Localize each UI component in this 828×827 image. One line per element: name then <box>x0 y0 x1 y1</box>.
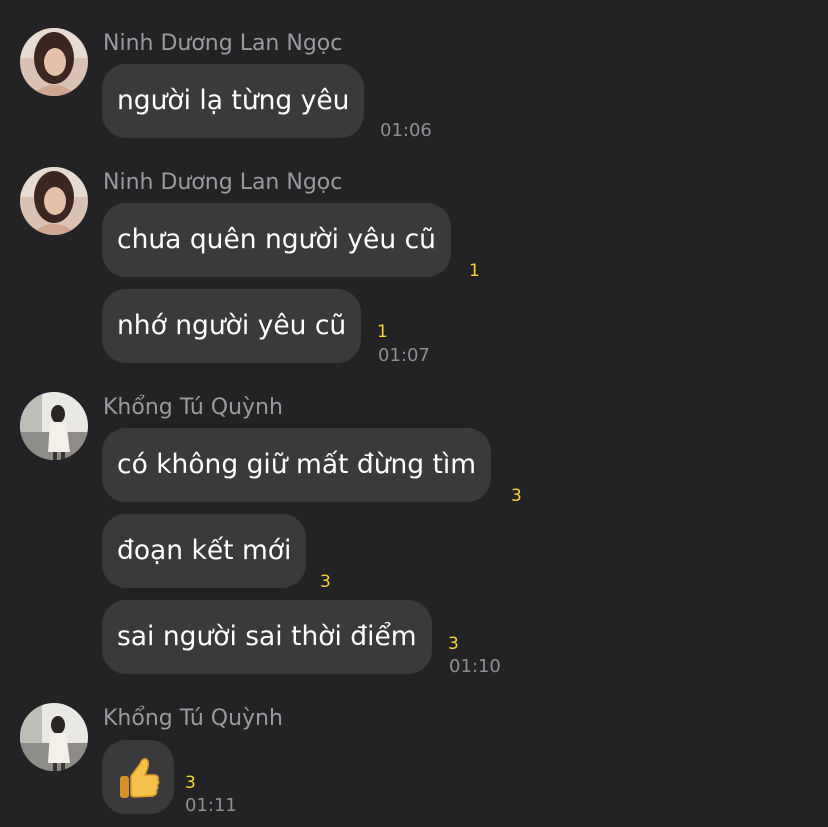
avatar-khong-tu-quynh[interactable] <box>20 703 88 771</box>
avatar-ninh-duong-lan-ngoc[interactable] <box>20 167 88 235</box>
message-time: 01:10 <box>449 656 501 677</box>
sender-name: Ninh Dương Lan Ngọc <box>103 31 343 56</box>
message-bubble[interactable]: người lạ từng yêu <box>102 64 365 138</box>
message-bubble[interactable]: đoạn kết mới <box>102 514 307 588</box>
avatar-ninh-duong-lan-ngoc[interactable] <box>20 28 88 96</box>
message-time: 01:11 <box>185 795 237 816</box>
chat-screen: Ninh Dương Lan Ngọc người lạ từng yêu 01… <box>0 0 828 827</box>
thumbs-up-icon <box>120 758 160 798</box>
seen-count: 3 <box>448 634 459 654</box>
emoji-message-bubble[interactable] <box>102 740 174 814</box>
seen-count: 3 <box>320 572 331 592</box>
sender-name: Ninh Dương Lan Ngọc <box>103 170 343 195</box>
sender-name: Khổng Tú Quỳnh <box>103 706 283 731</box>
seen-count: 1 <box>469 261 480 281</box>
seen-count: 1 <box>377 322 388 342</box>
message-bubble[interactable]: chưa quên người yêu cũ <box>102 203 451 277</box>
message-bubble[interactable]: nhớ người yêu cũ <box>102 289 362 363</box>
seen-count: 3 <box>511 486 522 506</box>
sender-name: Khổng Tú Quỳnh <box>103 395 283 420</box>
avatar-khong-tu-quynh[interactable] <box>20 392 88 460</box>
message-time: 01:06 <box>380 120 432 141</box>
message-bubble[interactable]: sai người sai thời điểm <box>102 600 432 674</box>
message-bubble[interactable]: có không giữ mất đừng tìm <box>102 428 492 502</box>
seen-count: 3 <box>185 773 196 793</box>
message-time: 01:07 <box>378 345 430 366</box>
